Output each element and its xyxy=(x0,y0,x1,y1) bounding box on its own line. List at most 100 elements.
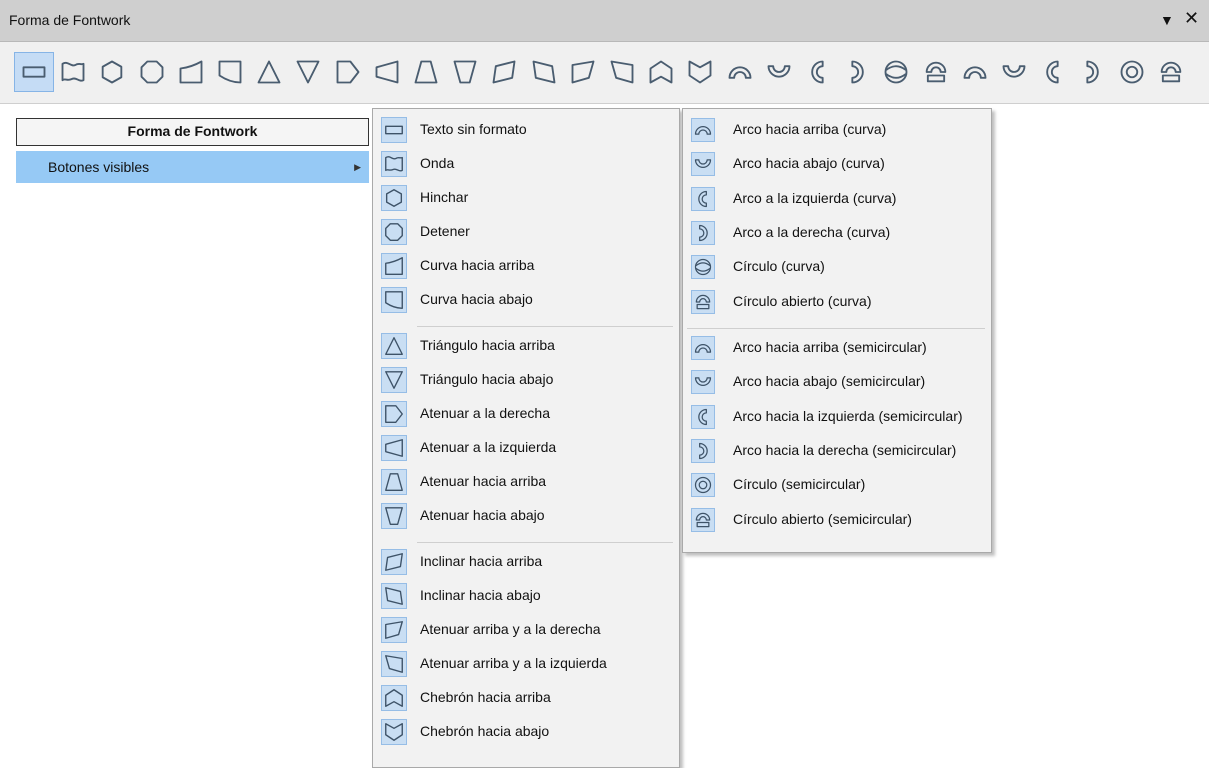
menu-item[interactable]: Arco hacia la derecha (semicircular) xyxy=(683,434,991,468)
wave-icon xyxy=(381,151,407,177)
menu-item-label: Curva hacia abajo xyxy=(420,291,533,307)
open-circle-icon xyxy=(1157,58,1185,86)
menu-item[interactable]: Curva hacia arriba xyxy=(373,249,679,283)
chevron-up-icon xyxy=(381,685,407,711)
toolbar-open-circle-curve-button[interactable] xyxy=(916,52,956,92)
toolbar-wave-button[interactable] xyxy=(53,52,93,92)
fontwork-toolbar xyxy=(0,42,1209,104)
context-menu: Forma de Fontwork Botones visibles ▶ xyxy=(0,108,372,186)
toolbar-circle-pour-button[interactable] xyxy=(1112,52,1152,92)
menu-item[interactable]: Círculo abierto (curva) xyxy=(683,285,991,319)
menu-item-label: Círculo abierto (semicircular) xyxy=(733,510,912,527)
toolbar-arch-up-pour-button[interactable] xyxy=(955,52,995,92)
close-icon[interactable]: ✕ xyxy=(1184,8,1199,28)
fade-up-left-icon xyxy=(381,651,407,677)
chevron-up-icon xyxy=(647,58,675,86)
menu-item[interactable]: Arco hacia abajo (semicircular) xyxy=(683,365,991,399)
toolbar-arch-down-pour-button[interactable] xyxy=(994,52,1034,92)
fade-up-icon xyxy=(381,469,407,495)
menu-item-label: Atenuar a la izquierda xyxy=(420,439,557,455)
toolbar-fade-up-left-button[interactable] xyxy=(602,52,642,92)
toolbar-fade-up-right-button[interactable] xyxy=(563,52,603,92)
slant-up-icon xyxy=(381,549,407,575)
menu-item[interactable]: Círculo (curva) xyxy=(683,250,991,284)
menu-item[interactable]: Arco a la derecha (curva) xyxy=(683,216,991,250)
toolbar-circle-curve-button[interactable] xyxy=(876,52,916,92)
arch-left-icon xyxy=(691,404,715,429)
hexagon-icon xyxy=(98,58,126,86)
arch-left-icon xyxy=(804,58,832,86)
toolbar-triangle-down-button[interactable] xyxy=(288,52,328,92)
menu-item[interactable]: Arco hacia abajo (curva) xyxy=(683,147,991,181)
menu-item[interactable]: Círculo (semicircular) xyxy=(683,468,991,502)
arch-right-icon xyxy=(691,438,715,463)
menu-item[interactable]: Atenuar hacia abajo xyxy=(373,499,679,533)
toolbar-fade-down-button[interactable] xyxy=(445,52,485,92)
menu-item[interactable]: Atenuar arriba y a la izquierda xyxy=(373,647,679,681)
toolbar-fade-up-button[interactable] xyxy=(406,52,446,92)
toolbar-arch-left-pour-button[interactable] xyxy=(1033,52,1073,92)
menu-item-label: Círculo (curva) xyxy=(733,258,825,275)
fade-up-icon xyxy=(412,58,440,86)
menu-item-label: Texto sin formato xyxy=(420,121,527,137)
menu-item[interactable]: Atenuar a la izquierda xyxy=(373,431,679,465)
menu-item[interactable]: Chebrón hacia arriba xyxy=(373,681,679,715)
menu-item[interactable]: Onda xyxy=(373,147,679,181)
visible-buttons-label: Botones visibles xyxy=(48,159,150,175)
toolbar-slant-up-button[interactable] xyxy=(484,52,524,92)
toolbar-inflate-button[interactable] xyxy=(92,52,132,92)
menu-item-label: Chebrón hacia abajo xyxy=(420,723,550,739)
menu-item[interactable]: Inclinar hacia abajo xyxy=(373,579,679,613)
toolbar-chevron-down-button[interactable] xyxy=(680,52,720,92)
menu-item[interactable]: Atenuar arriba y a la derecha xyxy=(373,613,679,647)
menu-item[interactable]: Chebrón hacia abajo xyxy=(373,715,679,749)
menu-item[interactable]: Atenuar a la derecha xyxy=(373,397,679,431)
toolbar-curve-down-button[interactable] xyxy=(210,52,250,92)
menu-item[interactable]: Triángulo hacia arriba xyxy=(373,329,679,363)
toolbar-arch-right-pour-button[interactable] xyxy=(1072,52,1112,92)
circle-pour-icon xyxy=(691,473,715,498)
toolbar-fade-left-button[interactable] xyxy=(367,52,407,92)
visible-buttons-item[interactable]: Botones visibles ▶ xyxy=(16,151,369,183)
menu-item-label: Arco hacia abajo (curva) xyxy=(733,155,885,172)
menu-item[interactable]: Triángulo hacia abajo xyxy=(373,363,679,397)
toolbar-curve-up-button[interactable] xyxy=(171,52,211,92)
open-circle-icon xyxy=(922,58,950,86)
toolbar-stop-button[interactable] xyxy=(132,52,172,92)
toolbar-arch-right-curve-button[interactable] xyxy=(837,52,877,92)
menu-item[interactable]: Círculo abierto (semicircular) xyxy=(683,503,991,537)
triangle-down-icon xyxy=(294,58,322,86)
menu-item-label: Arco a la izquierda (curva) xyxy=(733,189,897,206)
menu-item[interactable]: Inclinar hacia arriba xyxy=(373,545,679,579)
menu-item[interactable]: Arco hacia la izquierda (semicircular) xyxy=(683,400,991,434)
menu-item-label: Inclinar hacia arriba xyxy=(420,553,543,569)
menu-item[interactable]: Arco hacia arriba (curva) xyxy=(683,113,991,147)
arch-down-icon xyxy=(1000,58,1028,86)
menu-item[interactable]: Texto sin formato xyxy=(373,113,679,147)
menu-item[interactable]: Arco a la izquierda (curva) xyxy=(683,182,991,216)
curve-down-icon xyxy=(216,58,244,86)
toolbar-plain-text-button[interactable] xyxy=(14,52,54,92)
toolbar-arch-down-curve-button[interactable] xyxy=(759,52,799,92)
arch-up-icon xyxy=(961,58,989,86)
menu-item[interactable]: Atenuar hacia arriba xyxy=(373,465,679,499)
menu-item-label: Arco a la derecha (curva) xyxy=(733,223,891,240)
arch-right-icon xyxy=(691,220,715,245)
menu-item[interactable]: Curva hacia abajo xyxy=(373,283,679,317)
dropdown-arrow-icon[interactable]: ▼ xyxy=(1160,10,1174,30)
menu-item[interactable]: Hinchar xyxy=(373,181,679,215)
toolbar-chevron-up-button[interactable] xyxy=(641,52,681,92)
toolbar-slant-down-button[interactable] xyxy=(524,52,564,92)
menu-item[interactable]: Detener xyxy=(373,215,679,249)
toolbar-triangle-up-button[interactable] xyxy=(249,52,289,92)
menu-item[interactable]: Arco hacia arriba (semicircular) xyxy=(683,331,991,365)
toolbar-arch-left-curve-button[interactable] xyxy=(798,52,838,92)
menu-item-label: Triángulo hacia abajo xyxy=(420,371,554,387)
context-menu-header: Forma de Fontwork xyxy=(16,118,369,146)
fade-up-right-icon xyxy=(569,58,597,86)
menu-item-label: Arco hacia la derecha (semicircular) xyxy=(733,441,957,458)
toolbar-open-circle-pour-button[interactable] xyxy=(1151,52,1191,92)
toolbar-arch-up-curve-button[interactable] xyxy=(720,52,760,92)
submenu-arrow-icon: ▶ xyxy=(354,162,361,172)
toolbar-fade-right-button[interactable] xyxy=(328,52,368,92)
